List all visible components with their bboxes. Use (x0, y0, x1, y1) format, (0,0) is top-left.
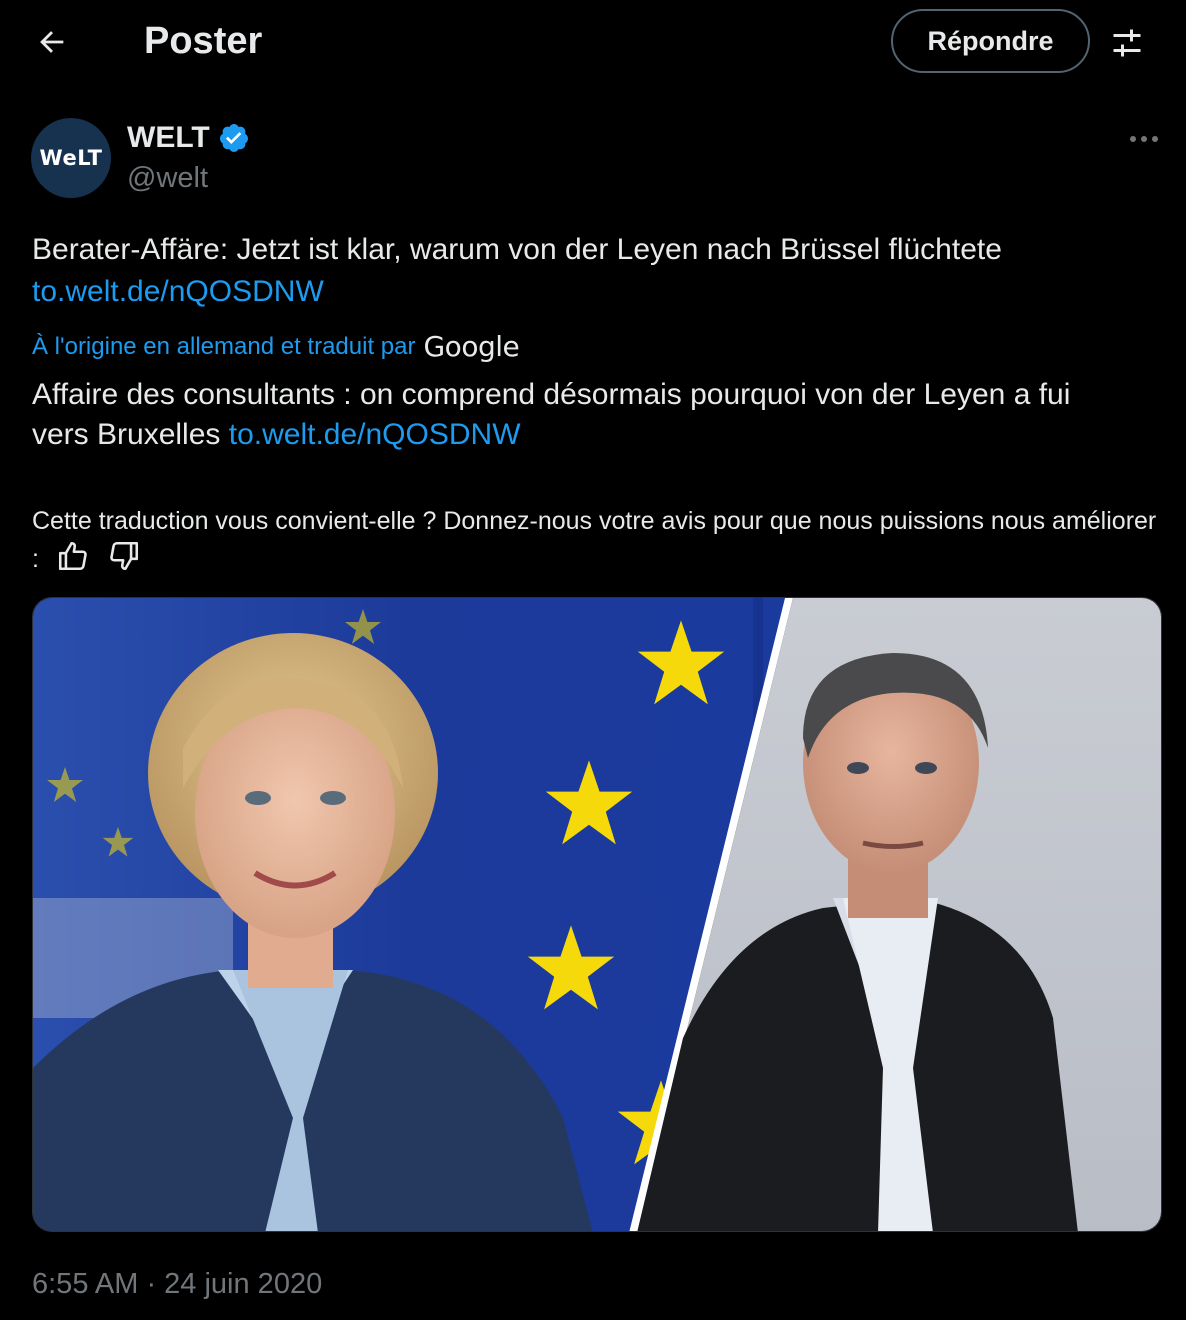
translation-by-label: À l'origine en allemand et traduit par (32, 333, 416, 360)
tweet-text: Berater-Affäre: Jetzt ist klar, warum vo… (32, 229, 1162, 313)
top-bar: Poster Répondre (0, 0, 1186, 84)
feedback-question: Cette traduction vous convient-elle ? Do… (32, 507, 1157, 573)
more-dots-icon (1130, 136, 1158, 142)
author-avatar[interactable]: WeLT (31, 118, 111, 198)
tweet-media-image[interactable] (32, 597, 1162, 1232)
filter-button[interactable] (1104, 20, 1150, 66)
author-name[interactable]: WELT (127, 120, 250, 156)
google-logo: Google (423, 330, 520, 363)
translation-feedback: Cette traduction vous convient-elle ? Do… (32, 503, 1162, 577)
thumbs-up-icon[interactable] (56, 539, 90, 573)
author-name-text: WELT (127, 121, 210, 154)
thumbs-down-icon[interactable] (107, 539, 141, 573)
reply-button[interactable]: Répondre (891, 9, 1090, 73)
translated-body: Affaire des consultants : on comprend dé… (32, 378, 1071, 451)
back-button[interactable] (28, 18, 76, 66)
tweet-link[interactable]: to.welt.de/nQOSDNW (32, 275, 324, 308)
translation-attribution[interactable]: À l'origine en allemand et traduit par G… (32, 330, 520, 364)
verified-badge-icon (219, 124, 248, 152)
tweet-body: Berater-Affäre: Jetzt ist klar, warum vo… (32, 233, 1002, 266)
more-options-button[interactable] (1122, 122, 1166, 156)
translated-link[interactable]: to.welt.de/nQOSDNW (229, 418, 521, 451)
author-handle[interactable]: @welt (127, 160, 208, 196)
sliders-icon (1113, 29, 1141, 57)
tweet-timestamp[interactable]: 6:55 AM · 24 juin 2020 (32, 1266, 322, 1302)
translated-text: Affaire des consultants : on comprend dé… (32, 375, 1132, 455)
arrow-left-icon (40, 31, 64, 53)
photo-collage (33, 598, 1161, 1231)
page-title: Poster (144, 20, 263, 62)
